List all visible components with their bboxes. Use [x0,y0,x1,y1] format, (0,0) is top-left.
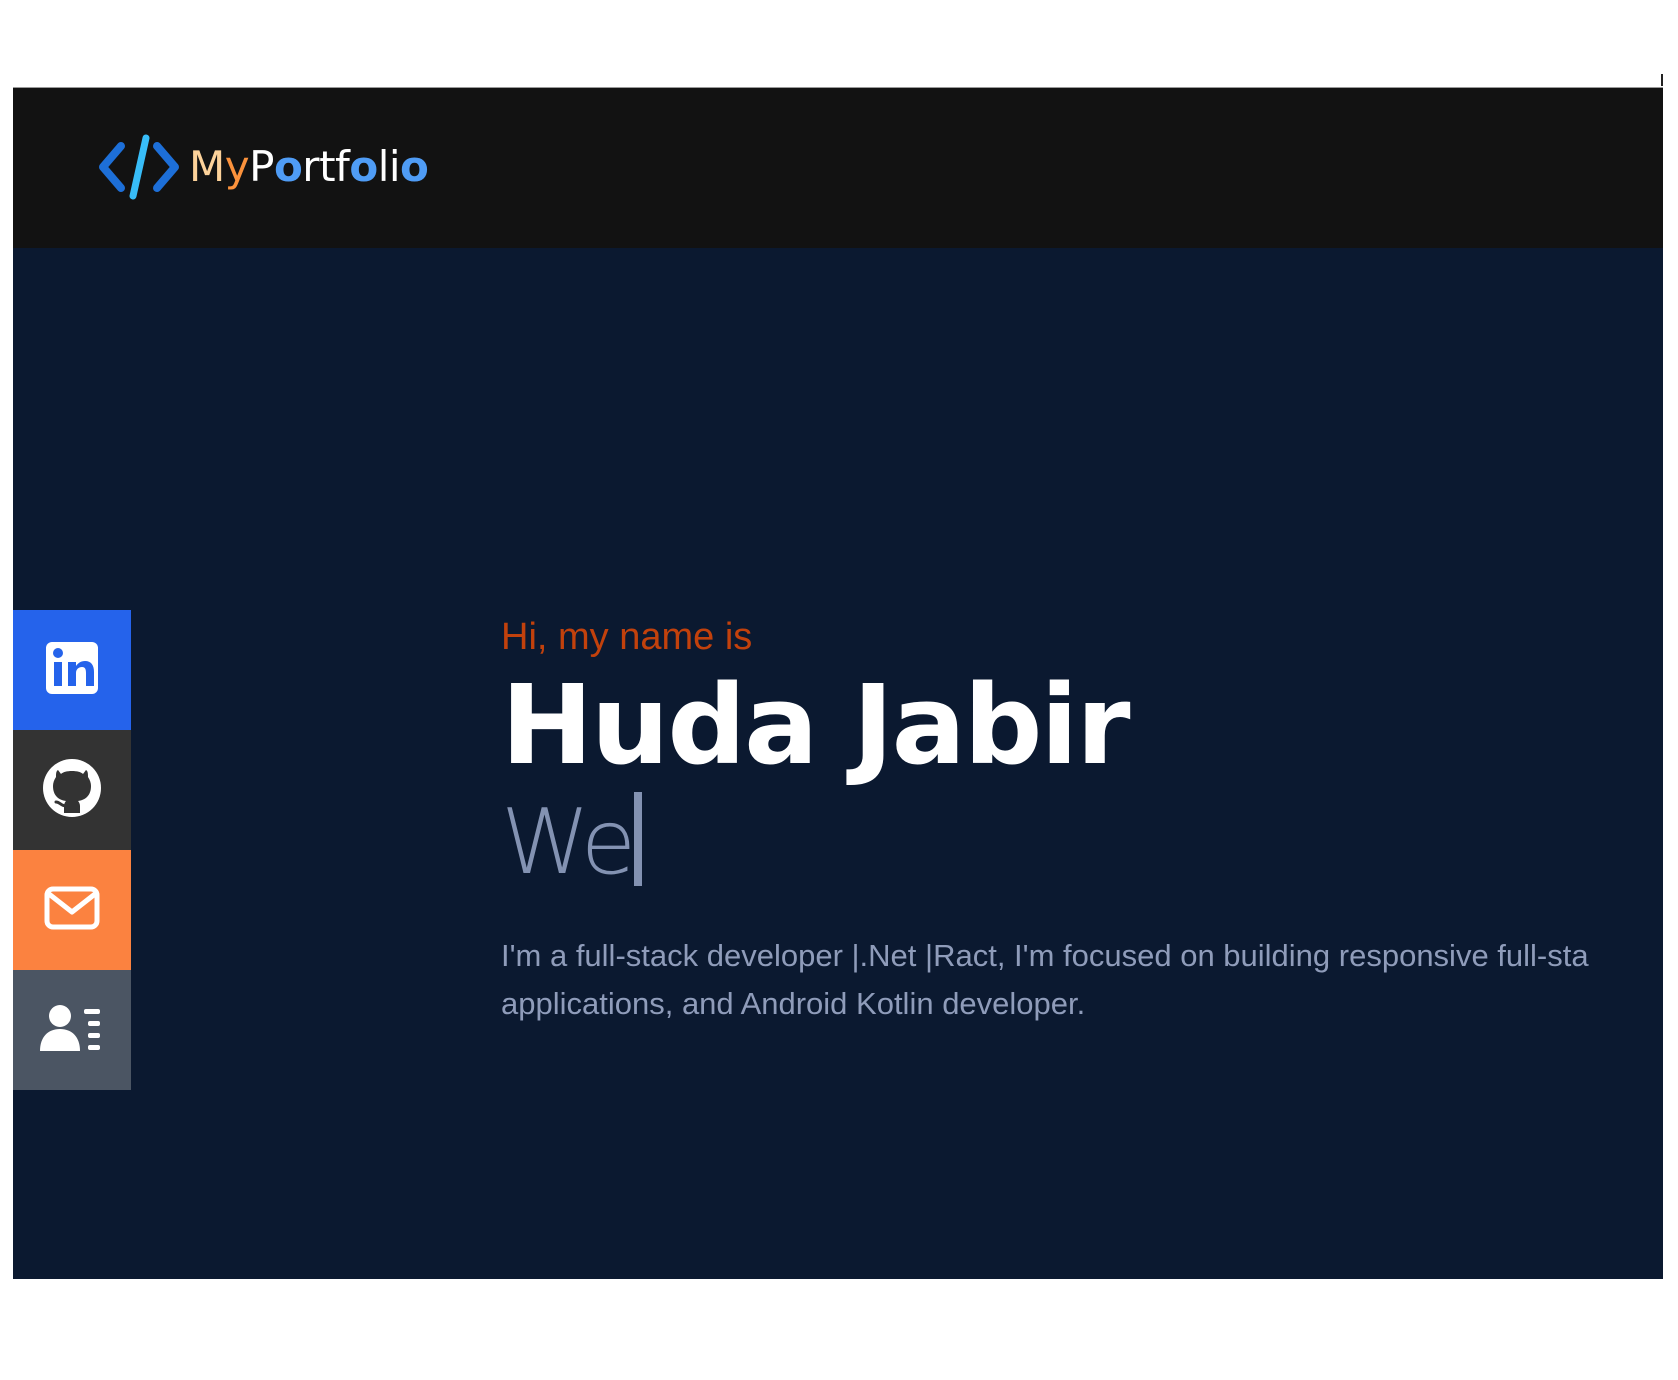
logo-text: MyPortfolio [189,142,429,191]
contact-card-icon [40,1003,104,1057]
linkedin-link[interactable] [13,610,131,730]
hero-section: Hi, my name is Huda Jabir We I'm a full-… [501,618,1663,1028]
greeting-text: Hi, my name is [501,616,753,658]
window-edge-mark [1661,74,1663,86]
typewriter: We [501,784,1663,888]
social-links [13,610,131,1090]
hero-name: Huda Jabir [501,661,1131,789]
linkedin-icon [44,640,100,700]
code-brackets-icon [99,134,181,200]
github-link[interactable] [13,730,131,850]
bio-line-1: I'm a full-stack developer |.Net |Ract, … [501,938,1589,973]
site-logo[interactable]: MyPortfolio [99,134,429,200]
resume-link[interactable] [13,970,131,1090]
email-link[interactable] [13,850,131,970]
portfolio-page: MyPortfolio Hi, my name is Huda Jabir We… [13,87,1663,1279]
bio-text: I'm a full-stack developer |.Net |Ract, … [501,932,1663,1028]
bio-line-2: applications, and Android Kotlin develop… [501,986,1086,1021]
typed-text: We [501,790,636,895]
github-icon [42,758,102,822]
typing-caret [634,792,643,886]
navbar: MyPortfolio [13,88,1663,248]
mail-icon [44,886,100,934]
